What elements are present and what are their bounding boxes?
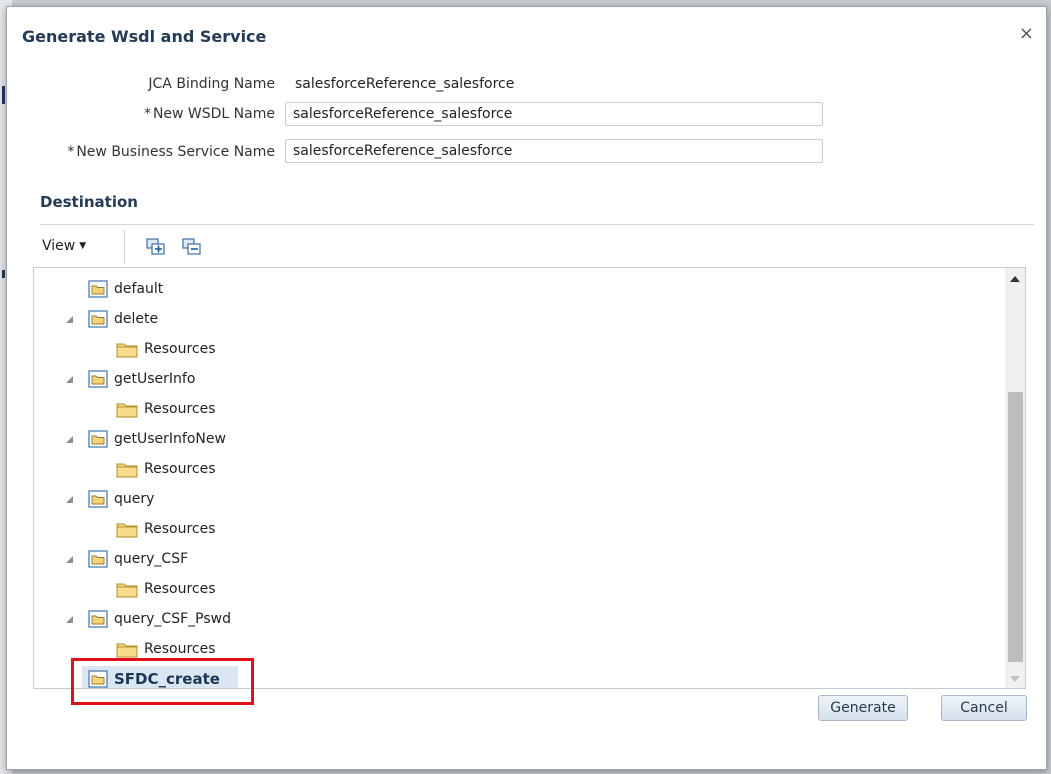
view-menu[interactable]: View ▼ bbox=[42, 238, 86, 254]
tree-node-label: SFDC_create bbox=[114, 670, 220, 688]
service-folder-icon bbox=[88, 670, 108, 688]
new-wsdl-name-label: * New WSDL Name bbox=[143, 106, 275, 122]
scroll-down-arrow-icon[interactable] bbox=[1010, 676, 1020, 682]
service-folder-icon bbox=[88, 370, 108, 388]
background-marker bbox=[2, 86, 5, 104]
tree-node[interactable]: delete bbox=[66, 306, 159, 332]
tree-resources-node[interactable]: Resources bbox=[116, 576, 216, 602]
tree-node[interactable]: getUserInfoNew bbox=[66, 426, 226, 452]
destination-toolbar: View ▼ bbox=[34, 230, 1034, 266]
generate-wsdl-dialog: Generate Wsdl and Service × JCA Binding … bbox=[6, 6, 1047, 770]
tree-node[interactable]: SFDC_create bbox=[82, 666, 238, 688]
service-folder-icon bbox=[88, 280, 108, 298]
tree-node-label: query_CSF_Pswd bbox=[114, 611, 231, 627]
background-marker bbox=[2, 270, 5, 278]
tree-node-label: default bbox=[114, 281, 164, 297]
tree-node-label: Resources bbox=[144, 461, 216, 477]
tree-node-label: Resources bbox=[144, 641, 216, 657]
chevron-down-icon: ▼ bbox=[79, 241, 87, 251]
tree-resources-node[interactable]: Resources bbox=[116, 456, 216, 482]
collapse-all-icon[interactable] bbox=[182, 238, 204, 258]
folder-icon bbox=[116, 641, 138, 658]
toolbar-separator bbox=[124, 230, 125, 264]
vertical-scrollbar[interactable] bbox=[1005, 268, 1025, 688]
tree-node-label: Resources bbox=[144, 401, 216, 417]
service-folder-icon bbox=[88, 490, 108, 508]
scrollbar-thumb[interactable] bbox=[1008, 392, 1023, 662]
expand-toggle-icon[interactable] bbox=[66, 616, 73, 623]
expand-toggle-icon[interactable] bbox=[66, 436, 73, 443]
generate-button[interactable]: Generate bbox=[818, 695, 908, 721]
new-wsdl-name-input[interactable] bbox=[285, 102, 823, 126]
tree-node-label: delete bbox=[114, 311, 159, 327]
view-menu-label: View bbox=[42, 238, 76, 254]
tree-node-label: Resources bbox=[144, 521, 216, 537]
folder-icon bbox=[116, 341, 138, 358]
tree-resources-node[interactable]: Resources bbox=[116, 336, 216, 362]
destination-heading: Destination bbox=[40, 193, 138, 211]
folder-icon bbox=[116, 461, 138, 478]
tree-resources-node[interactable]: Resources bbox=[116, 636, 216, 662]
expand-toggle-icon[interactable] bbox=[66, 496, 73, 503]
tree-node-label: query_CSF bbox=[114, 551, 189, 567]
expand-all-icon[interactable] bbox=[146, 238, 168, 258]
jca-binding-name-value: salesforceReference_salesforce bbox=[295, 76, 515, 92]
close-icon[interactable]: × bbox=[1019, 23, 1034, 44]
tree-node-label: Resources bbox=[144, 341, 216, 357]
expand-toggle-icon[interactable] bbox=[66, 316, 73, 323]
service-folder-icon bbox=[88, 550, 108, 568]
tree-node-label: Resources bbox=[144, 581, 216, 597]
expand-toggle-icon[interactable] bbox=[66, 376, 73, 383]
new-business-service-name-input[interactable] bbox=[285, 139, 823, 163]
service-folder-icon bbox=[88, 610, 108, 628]
required-marker: * bbox=[143, 106, 151, 122]
service-folder-icon bbox=[88, 430, 108, 448]
folder-icon bbox=[116, 401, 138, 418]
expand-toggle-icon[interactable] bbox=[66, 556, 73, 563]
tree-node[interactable]: query_CSF bbox=[66, 546, 189, 572]
tree-node[interactable]: default bbox=[88, 276, 163, 302]
folder-icon bbox=[116, 581, 138, 598]
tree-node[interactable]: query bbox=[66, 486, 155, 512]
tree-resources-node[interactable]: Resources bbox=[116, 396, 216, 422]
cancel-button[interactable]: Cancel bbox=[941, 695, 1027, 721]
tree-node-label: getUserInfoNew bbox=[114, 431, 226, 447]
dialog-title: Generate Wsdl and Service bbox=[22, 27, 267, 46]
tree-node-label: getUserInfo bbox=[114, 371, 196, 387]
section-divider bbox=[40, 224, 1034, 225]
scroll-up-arrow-icon[interactable] bbox=[1010, 276, 1020, 282]
service-folder-icon bbox=[88, 310, 108, 328]
required-marker: * bbox=[67, 144, 75, 160]
new-business-service-name-label: * New Business Service Name bbox=[67, 144, 275, 160]
jca-binding-name-label: JCA Binding Name bbox=[148, 76, 275, 92]
tree-node[interactable]: getUserInfo bbox=[66, 366, 196, 392]
tree-node-label: query bbox=[114, 491, 155, 507]
folder-icon bbox=[116, 521, 138, 538]
tree-node[interactable]: query_CSF_Pswd bbox=[66, 606, 231, 632]
tree-resources-node[interactable]: Resources bbox=[116, 516, 216, 542]
destination-tree: default delete Resources getUserInfo Resourc… bbox=[33, 267, 1026, 689]
